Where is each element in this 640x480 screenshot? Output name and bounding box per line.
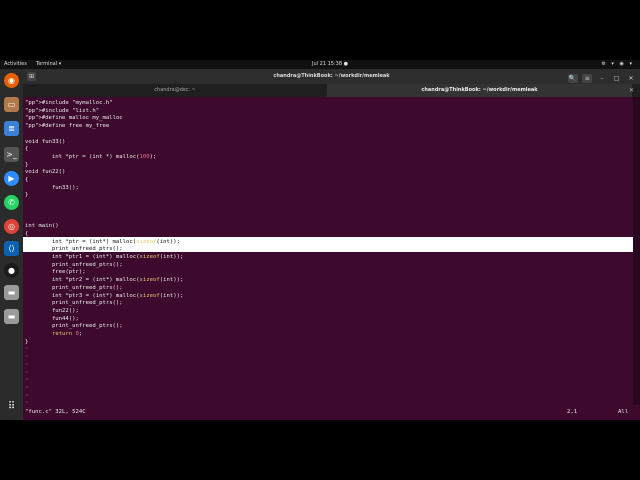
tab-close-icon[interactable]: ✕ [629, 84, 634, 97]
code-line: int main() [25, 223, 59, 230]
search-button[interactable]: 🔍 [567, 74, 578, 83]
code-line: int *ptr = (int *) malloc(100); [25, 153, 157, 160]
scrollbar[interactable] [633, 97, 640, 405]
minimize-button[interactable]: – [597, 74, 607, 83]
code-line: "pp">#define free my_free [25, 123, 110, 130]
cursor-position: 2,1 [567, 409, 578, 415]
close-button[interactable]: ✕ [626, 74, 636, 83]
docs-icon[interactable]: ≣ [4, 121, 19, 136]
files-icon[interactable]: ▭ [4, 97, 19, 112]
app-menu[interactable]: Terminal ▾ [36, 60, 61, 69]
zoom-icon[interactable]: ▶ [4, 171, 19, 186]
whatsapp-icon[interactable]: ✆ [4, 195, 19, 210]
terminal-icon[interactable]: >_ [4, 147, 19, 162]
vscode-icon[interactable]: ⟨⟩ [4, 241, 19, 256]
clock[interactable]: Jul 21 15:38 ● [310, 60, 350, 69]
desktop: Activities Terminal ▾ Jul 21 15:38 ● ⚙ ▾… [0, 60, 640, 420]
maximize-button[interactable]: □ [611, 74, 621, 83]
tab-dsc[interactable]: chandra@dsc: ~ [23, 84, 327, 97]
chrome-icon[interactable]: ◎ [4, 219, 19, 234]
firefox-icon[interactable]: ◉ [4, 73, 19, 88]
activities-button[interactable]: Activities [4, 60, 27, 69]
dock: ◉ ▭ ≣ >_ ▶ ✆ ◎ ⟨⟩ ● ▬ ▬ ⠿ [0, 69, 23, 420]
vim-editor[interactable]: "pp">#include "mymalloc.h" "pp">#include … [23, 97, 640, 406]
drive-icon[interactable]: ▬ [4, 285, 19, 300]
window-titlebar: ⊞ chandra@ThinkBook: ~/workdir/memleak 🔍… [23, 69, 640, 84]
code-line: void fun22() [25, 169, 66, 176]
menu-button[interactable]: ≡ [582, 74, 593, 83]
vim-status-line: "func.c" 32L, 524C 2,1 All [23, 405, 640, 420]
tab-bar: chandra@dsc: ~ chandra@ThinkBook: ~/work… [23, 84, 640, 97]
file-info: "func.c" 32L, 524C [25, 409, 86, 415]
code-line: void fun33() [25, 138, 66, 145]
scroll-indicator: All [618, 409, 629, 415]
system-menu[interactable]: ⚙ ▾ ◉ ▾ [601, 60, 634, 69]
tab-thinkbook[interactable]: chandra@ThinkBook: ~/workdir/memleak [327, 84, 632, 97]
code-line: } [25, 192, 29, 199]
window-title: chandra@ThinkBook: ~/workdir/memleak [273, 73, 390, 79]
obs-icon[interactable]: ● [4, 263, 19, 278]
code-line: fun33(); [25, 184, 79, 191]
apps-grid-icon[interactable]: ⠿ [4, 399, 19, 414]
drive2-icon[interactable]: ▬ [4, 309, 19, 324]
code-line: return 0; [51, 331, 83, 337]
top-bar: Activities Terminal ▾ Jul 21 15:38 ● ⚙ ▾… [0, 60, 640, 69]
